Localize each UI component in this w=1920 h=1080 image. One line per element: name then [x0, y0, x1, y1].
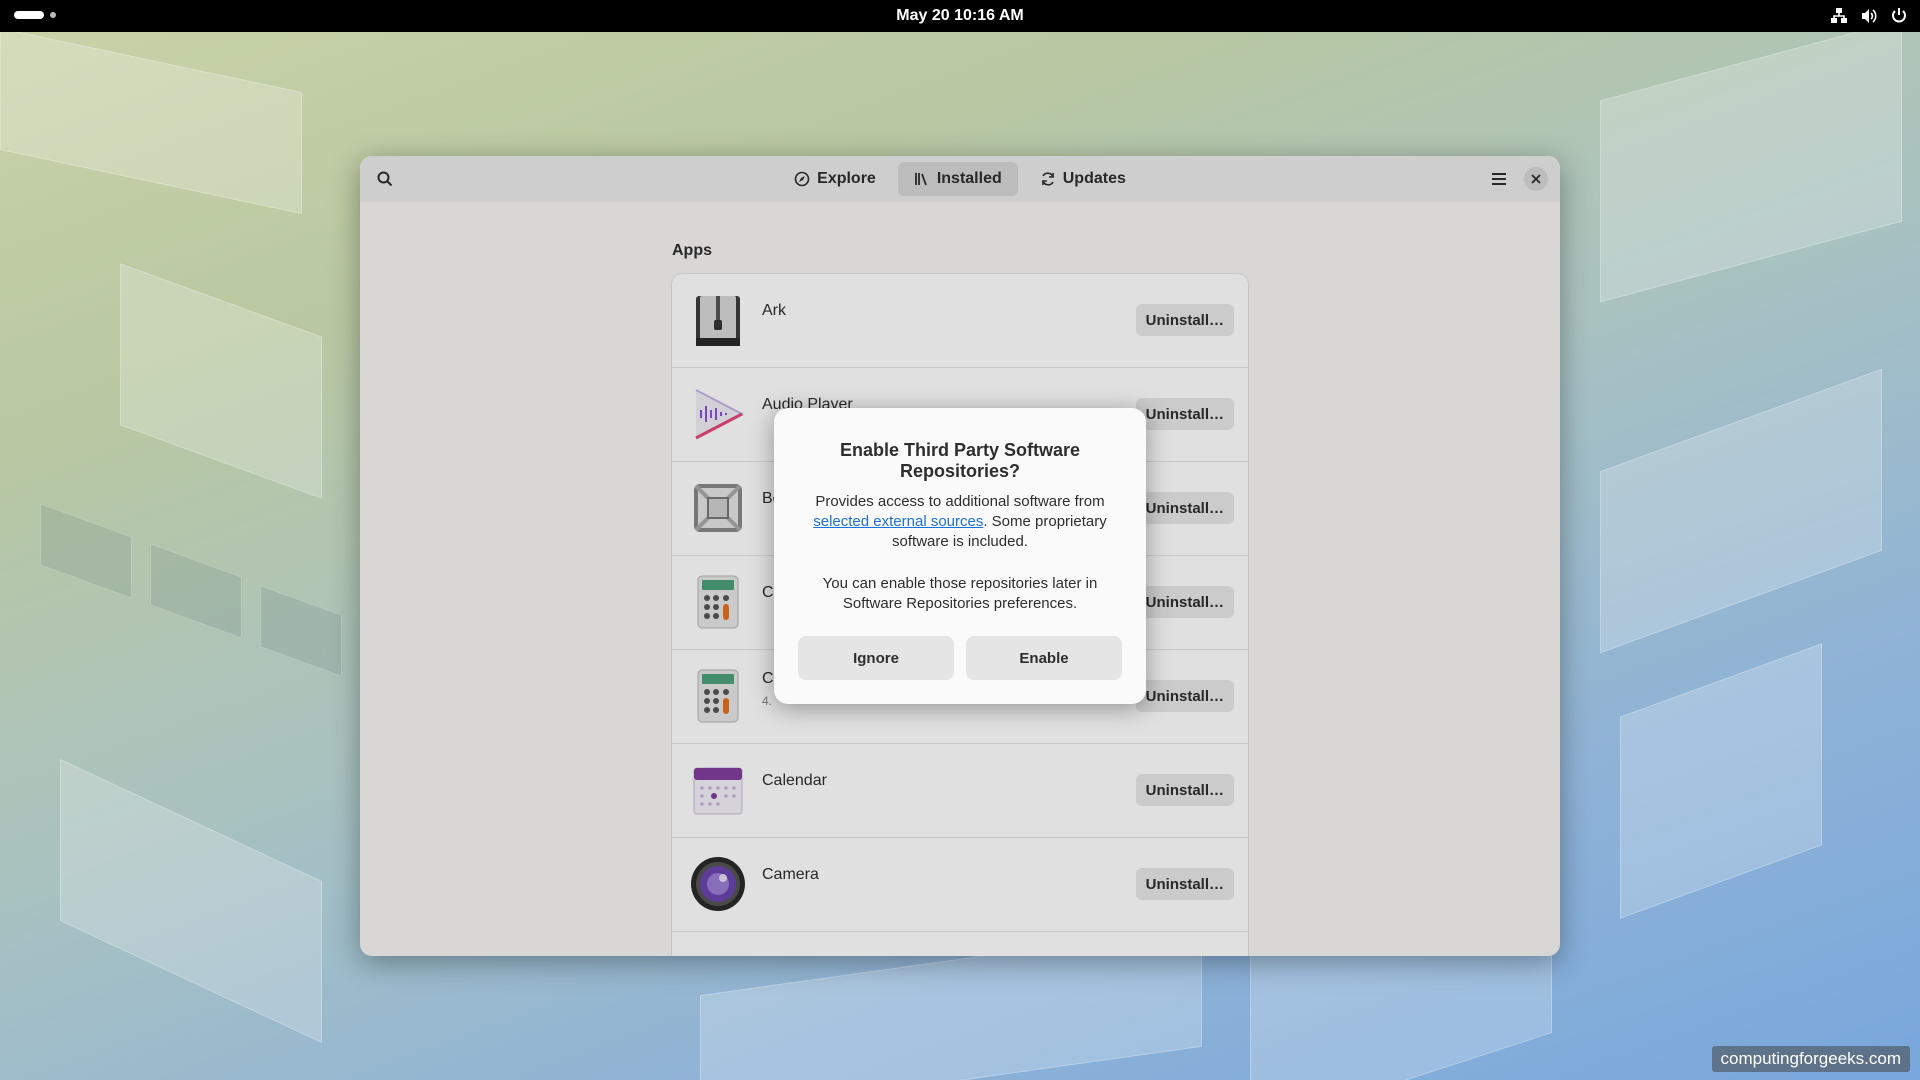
- enable-repositories-dialog: Enable Third Party Software Repositories…: [774, 408, 1146, 704]
- volume-icon: [1862, 9, 1877, 23]
- power-icon: [1892, 8, 1906, 23]
- watermark: computingforgeeks.com: [1711, 1046, 1910, 1072]
- clock[interactable]: May 20 10:16 AM: [0, 0, 1920, 32]
- dialog-buttons: Ignore Enable: [798, 636, 1122, 680]
- system-tray[interactable]: [1830, 7, 1908, 25]
- external-sources-link[interactable]: selected external sources: [813, 513, 983, 530]
- network-icon: [1831, 8, 1847, 23]
- enable-button[interactable]: Enable: [966, 636, 1122, 680]
- dialog-body: Provides access to additional software f…: [798, 492, 1122, 552]
- dialog-title: Enable Third Party Software Repositories…: [839, 440, 1081, 481]
- top-bar: May 20 10:16 AM: [0, 0, 1920, 32]
- dialog-body-secondary: You can enable those repositories later …: [822, 575, 1098, 612]
- dialog-body-text: Provides access to additional software f…: [815, 493, 1105, 510]
- ignore-button[interactable]: Ignore: [798, 636, 954, 680]
